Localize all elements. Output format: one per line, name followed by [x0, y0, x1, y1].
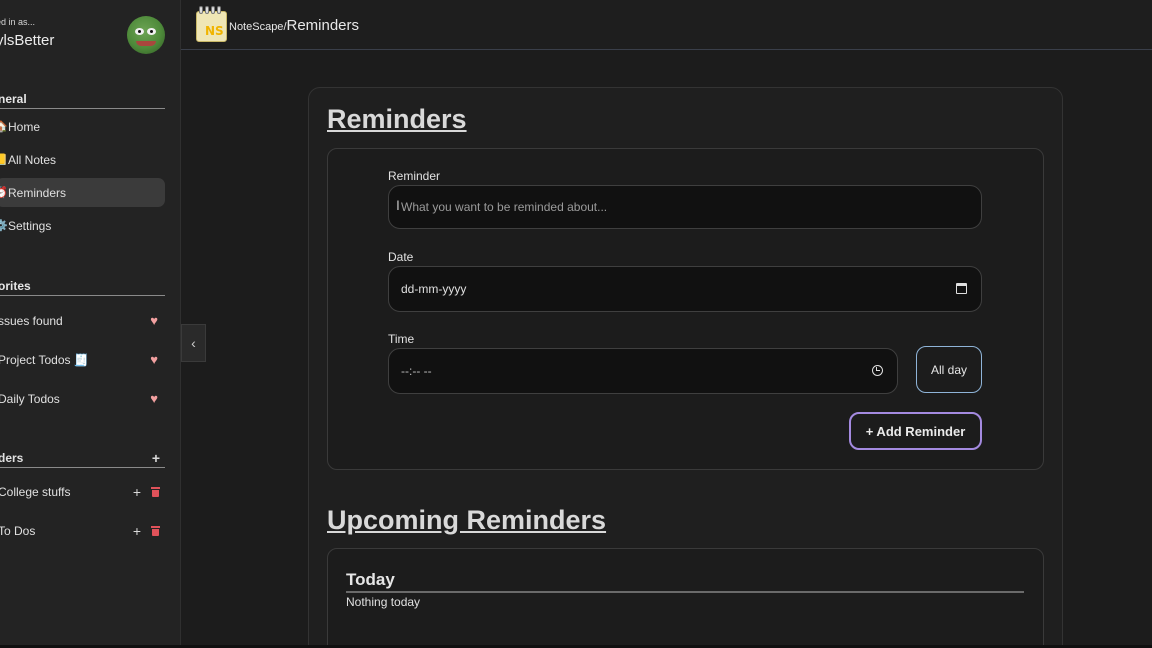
folder-item[interactable]: College stuffs + — [0, 485, 160, 499]
gear-icon: ⚙️ — [0, 219, 8, 232]
reminder-input[interactable] — [401, 200, 981, 214]
add-folder-button[interactable]: + — [152, 451, 160, 465]
sidebar-item-home[interactable]: 🏠 Home — [0, 112, 165, 141]
top-header: NS NoteScape/Reminders — [181, 0, 1152, 50]
trash-icon[interactable] — [151, 487, 160, 497]
heart-icon[interactable]: ♥ — [150, 391, 158, 406]
section-divider — [0, 467, 165, 468]
sidebar-item-label: Reminders — [8, 185, 67, 200]
today-empty-text: Nothing today — [346, 595, 421, 609]
section-divider — [0, 295, 165, 296]
trash-icon[interactable] — [151, 526, 160, 536]
user-caption: ed in as... — [0, 17, 36, 27]
user-name: ylsBetter — [0, 32, 55, 49]
app-logo[interactable]: NS — [196, 6, 228, 42]
reminder-label: Reminder — [388, 169, 441, 183]
breadcrumb: NoteScape/Reminders — [229, 17, 359, 35]
today-divider — [346, 591, 1024, 593]
folder-label: To Dos — [0, 524, 36, 538]
favorite-label: Project Todos 🧾 — [0, 352, 89, 367]
favorite-label: ssues found — [0, 313, 63, 328]
section-folders-title: ders — [0, 451, 24, 465]
time-value: --:-- -- — [401, 364, 432, 378]
clock-icon[interactable] — [872, 365, 883, 376]
favorite-item[interactable]: ssues found ♥ — [0, 313, 158, 328]
section-general-title: neral — [0, 92, 27, 106]
upcoming-card — [327, 548, 1044, 648]
add-note-button[interactable]: + — [133, 485, 141, 499]
all-day-button[interactable]: All day — [916, 346, 982, 393]
logo-text: NS — [205, 24, 224, 38]
section-divider — [0, 108, 165, 109]
add-reminder-button[interactable]: + Add Reminder — [849, 412, 982, 450]
favorite-item[interactable]: Project Todos 🧾 ♥ — [0, 352, 158, 367]
breadcrumb-app[interactable]: NoteScape — [229, 21, 283, 33]
reminder-input-wrapper — [388, 185, 982, 229]
folder-label: College stuffs — [0, 485, 71, 499]
time-input[interactable]: --:-- -- — [388, 348, 898, 394]
avatar-eye — [135, 28, 144, 35]
page-title: Reminders — [327, 104, 467, 134]
collapse-sidebar-button[interactable]: ‹ — [181, 324, 206, 362]
notebook-icon: 📒 — [0, 153, 8, 166]
date-label: Date — [388, 250, 414, 264]
today-heading: Today — [346, 570, 395, 589]
avatar-eye — [147, 28, 156, 35]
folder-item[interactable]: To Dos + — [0, 524, 160, 538]
sidebar-item-label: Settings — [8, 218, 52, 233]
heart-icon[interactable]: ♥ — [150, 352, 158, 367]
folder-actions: + — [133, 485, 160, 499]
logo-rings — [199, 6, 225, 14]
sidebar-item-reminders[interactable]: ⏰ Reminders — [0, 178, 165, 207]
text-cursor-icon: I — [396, 197, 400, 213]
breadcrumb-current: Reminders — [286, 17, 360, 34]
upcoming-title: Upcoming Reminders — [327, 505, 607, 535]
heart-icon[interactable]: ♥ — [150, 313, 158, 328]
sidebar-item-label: All Notes — [8, 152, 57, 167]
sidebar-item-all-notes[interactable]: 📒 All Notes — [0, 145, 165, 174]
sidebar: ed in as... ylsBetter neral 🏠 Home 📒 All… — [0, 0, 181, 648]
folder-actions: + — [133, 524, 160, 538]
home-icon: 🏠 — [0, 120, 8, 133]
sidebar-item-settings[interactable]: ⚙️ Settings — [0, 211, 165, 240]
avatar[interactable] — [127, 16, 165, 54]
date-input[interactable]: dd-mm-yyyy — [388, 266, 982, 312]
section-favorites-title: orites — [0, 279, 31, 293]
chevron-left-icon: ‹ — [191, 335, 196, 351]
alarm-clock-icon: ⏰ — [0, 186, 8, 199]
favorite-item[interactable]: Daily Todos ♥ — [0, 391, 158, 406]
time-label: Time — [388, 332, 415, 346]
calendar-icon[interactable] — [956, 283, 967, 294]
add-note-button[interactable]: + — [133, 524, 141, 538]
avatar-mouth — [136, 41, 156, 46]
sidebar-item-label: Home — [8, 119, 41, 134]
date-value: dd-mm-yyyy — [401, 282, 467, 296]
section-folders-header: ders + — [0, 451, 160, 465]
favorite-label: Daily Todos — [0, 391, 60, 406]
